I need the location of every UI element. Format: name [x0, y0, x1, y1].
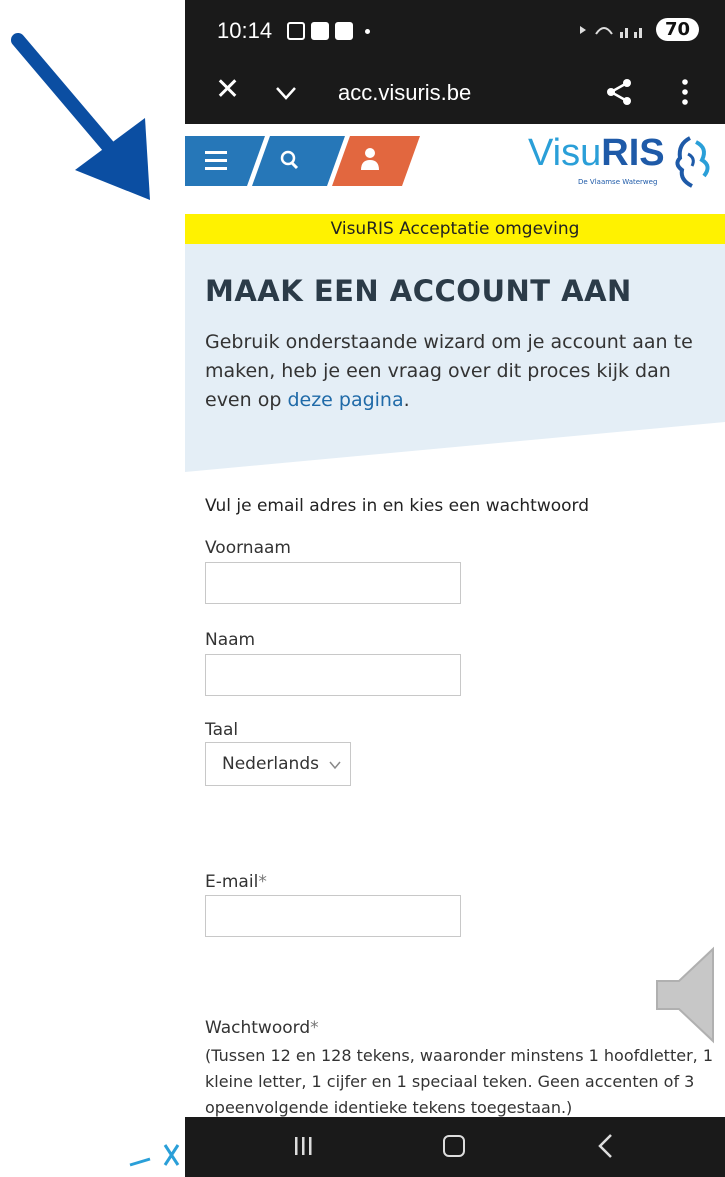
account-button[interactable]: [332, 136, 420, 186]
notification-icons: [287, 22, 370, 40]
speaker-icon: [656, 946, 714, 1044]
email-label: E-mail*: [205, 872, 267, 892]
firstname-label: Voornaam: [205, 538, 291, 558]
hero-section: MAAK EEN ACCOUNT AAN Gebruik onderstaand…: [185, 244, 725, 474]
screenshot-icon: [287, 22, 305, 40]
chevron-down-icon: [329, 761, 341, 770]
help-page-link[interactable]: deze pagina: [287, 389, 403, 411]
logo-bold: RIS: [601, 132, 665, 174]
search-button[interactable]: [252, 136, 345, 186]
browser-bar: ✕ acc.visuris.be: [185, 62, 725, 124]
menu-icon: [205, 151, 227, 170]
hero-description: Gebruik onderstaande wizard om je accoun…: [205, 328, 715, 415]
language-label: Taal: [205, 720, 239, 740]
lastname-input[interactable]: [205, 654, 461, 696]
lion-logo-icon: [675, 136, 710, 188]
chevron-down-icon[interactable]: [275, 82, 297, 104]
recent-apps-icon[interactable]: [293, 1135, 313, 1157]
battery-indicator: 70: [655, 18, 699, 41]
signal-icon: [579, 25, 642, 38]
email-label-text: E-mail: [205, 872, 259, 892]
page-title: MAAK EEN ACCOUNT AAN: [205, 274, 632, 308]
phone-screen: 10:14 70 ✕ acc.visuris.be VisuRIS De Vla…: [185, 0, 725, 1177]
status-bar: 10:14 70: [185, 0, 725, 62]
firstname-input[interactable]: [205, 562, 461, 604]
required-marker: *: [310, 1018, 319, 1038]
more-icon[interactable]: [680, 76, 690, 108]
status-time: 10:14: [217, 18, 273, 43]
site-header: VisuRIS De Vlaamse Waterweg: [185, 124, 725, 196]
site-logo[interactable]: VisuRIS: [528, 132, 665, 175]
logo-subtitle: De Vlaamse Waterweg: [578, 178, 658, 186]
environment-banner: VisuRIS Acceptatie omgeving: [185, 214, 725, 244]
hero-text-part1: Gebruik onderstaande wizard om je accoun…: [205, 331, 693, 411]
password-label-text: Wachtwoord: [205, 1018, 311, 1038]
email-input[interactable]: [205, 895, 461, 937]
app-notification-icon: [311, 22, 329, 40]
back-icon[interactable]: [597, 1133, 613, 1159]
calendar-icon: [335, 22, 353, 40]
status-right: 70: [578, 18, 699, 41]
system-navigation-bar: [185, 1117, 725, 1177]
url-text[interactable]: acc.visuris.be: [338, 80, 471, 106]
language-select[interactable]: Nederlands: [205, 742, 351, 786]
password-hint: (Tussen 12 en 128 tekens, waaronder mins…: [205, 1046, 713, 1117]
logo-main: Visu: [528, 132, 602, 174]
annotation-arrow: [11, 33, 150, 200]
close-icon[interactable]: ✕: [215, 72, 240, 107]
background-logo-fragment: [129, 1144, 180, 1167]
required-marker: *: [258, 872, 267, 892]
hero-text-part2: .: [403, 389, 410, 411]
language-value: Nederlands: [222, 754, 319, 774]
password-label: Wachtwoord*: [205, 1018, 319, 1038]
more-notifications-icon: [365, 29, 370, 34]
form-intro: Vul je email adres in en kies een wachtw…: [205, 496, 590, 516]
share-icon[interactable]: [605, 78, 633, 106]
home-icon[interactable]: [443, 1135, 465, 1157]
lastname-label: Naam: [205, 630, 256, 650]
nav-buttons: [185, 136, 420, 186]
